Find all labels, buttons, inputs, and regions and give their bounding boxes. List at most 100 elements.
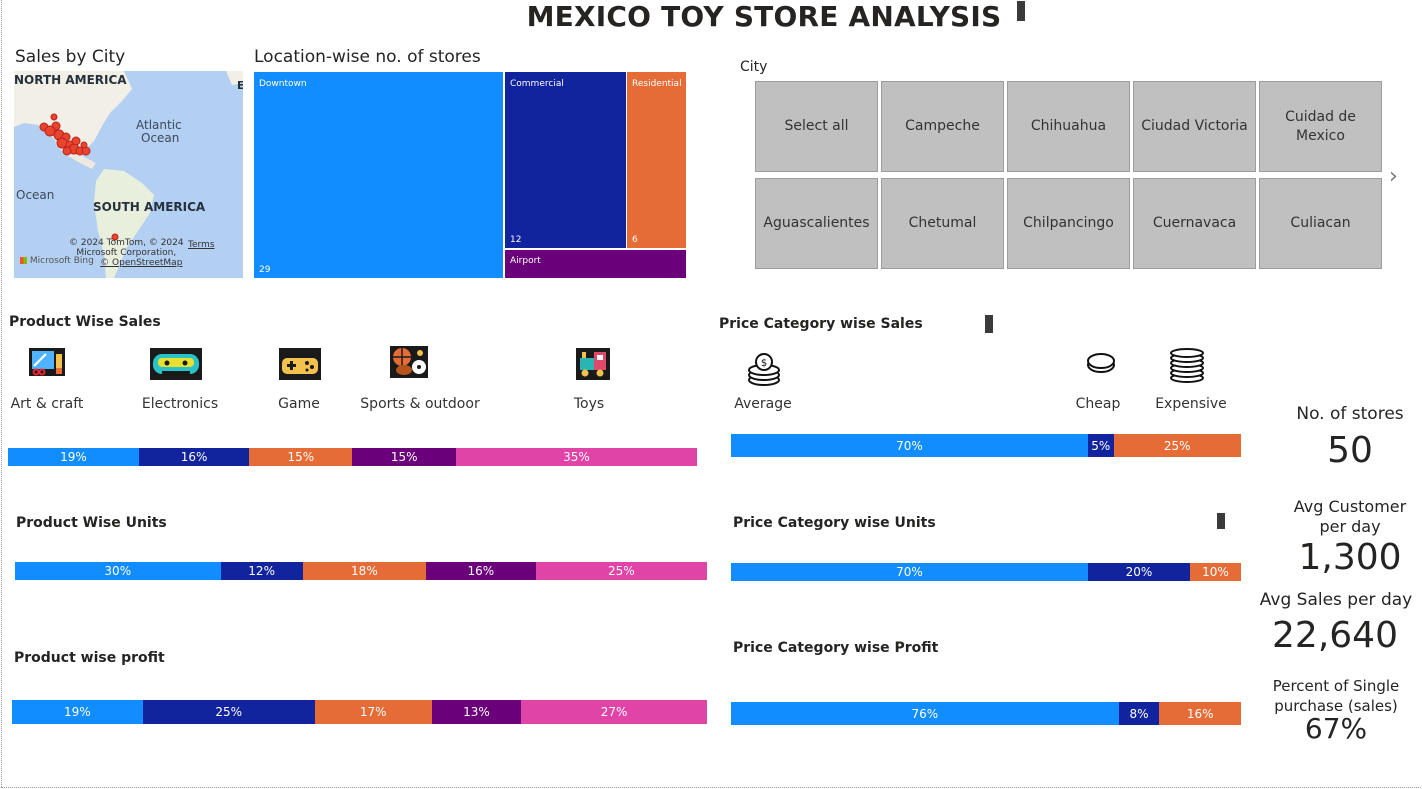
report-border-bottom	[1, 787, 1421, 788]
sales-by-city-map[interactable]: NORTH AMERICA Atlantic Ocean Ocean SOUTH…	[14, 71, 243, 278]
city-slicer-button-cuidad-de-mexico[interactable]: Cuidad de Mexico	[1259, 81, 1382, 172]
bar-segment-average[interactable]: 76%	[731, 702, 1119, 725]
chevron-right-icon[interactable]: ›	[1389, 164, 1398, 189]
price-label-average: Average	[734, 396, 792, 412]
product-label-game: Game	[278, 396, 320, 412]
treemap-cell-label: Downtown	[259, 79, 307, 89]
city-slicer-button-select-all[interactable]: Select all	[755, 81, 878, 172]
city-slicer-button-ciudad-victoria[interactable]: Ciudad Victoria	[1133, 81, 1256, 172]
bar-segment-toys[interactable]: 25%	[535, 562, 707, 580]
sports-balls-icon	[390, 346, 428, 378]
game-controller-icon	[279, 348, 321, 380]
coins-pile-icon	[1170, 348, 1204, 383]
bar-segment-game[interactable]: 15%	[249, 448, 353, 466]
treemap-cell-label: Residential	[632, 79, 682, 89]
kpi-label-avg-sales: Avg Sales per day	[1259, 590, 1413, 610]
product-label-art-craft: Art & craft	[10, 396, 84, 412]
bar-segment-game[interactable]: 18%	[302, 562, 427, 580]
bar-segment-electronics[interactable]: 25%	[142, 700, 315, 724]
bar-segment-electronics[interactable]: 16%	[138, 448, 250, 466]
visual-resize-handle[interactable]	[985, 315, 993, 333]
map-terms-link[interactable]: Terms	[188, 240, 215, 250]
map-label-edge-letter: E	[237, 79, 243, 92]
price-units-bar: 70% 20% 10%	[731, 563, 1241, 581]
price-units-title: Price Category wise Units	[733, 515, 936, 531]
electronics-icon	[150, 348, 202, 380]
kpi-label-avg-customers: Avg Customer per day	[1293, 497, 1407, 536]
kpi-label-single-purchase: Percent of Single purchase (sales)	[1272, 677, 1400, 715]
product-label-sports-outdoor: Sports & outdoor	[360, 396, 480, 412]
treemap-cell-label: Airport	[510, 256, 541, 266]
map-title: Sales by City	[15, 47, 126, 67]
map-label-atlantic: Atlantic	[136, 118, 182, 132]
bar-segment-expensive[interactable]: 16%	[1159, 702, 1241, 725]
city-slicer-button-chihuahua[interactable]: Chihuahua	[1007, 81, 1130, 172]
price-label-expensive: Expensive	[1155, 396, 1227, 412]
bar-segment-cheap[interactable]: 20%	[1088, 563, 1190, 581]
bar-segment-sports-outdoor[interactable]: 15%	[352, 448, 456, 466]
city-slicer-button-chilpancingo[interactable]: Chilpancingo	[1007, 178, 1130, 269]
product-profit-bar: 19% 25% 17% 13% 27%	[12, 700, 707, 724]
bar-segment-toys[interactable]: 27%	[521, 700, 707, 724]
product-units-title: Product Wise Units	[16, 515, 167, 531]
treemap-cell-value: 6	[632, 235, 638, 245]
bar-segment-electronics[interactable]: 12%	[220, 562, 303, 580]
bar-segment-toys[interactable]: 35%	[455, 448, 697, 466]
city-slicer-button-aguascalientes[interactable]: Aguascalientes	[755, 178, 878, 269]
bar-segment-game[interactable]: 17%	[314, 700, 432, 724]
treemap-title: Location-wise no. of stores	[254, 47, 481, 67]
art-craft-icon	[29, 348, 65, 376]
bar-segment-art-craft[interactable]: 19%	[12, 700, 143, 724]
treemap-cell-value: 29	[259, 265, 271, 275]
product-sales-title: Product Wise Sales	[9, 314, 161, 330]
treemap-cell-downtown[interactable]: Downtown 29	[254, 72, 503, 278]
treemap-cell-value: 12	[510, 235, 522, 245]
bar-segment-average[interactable]: 70%	[731, 434, 1088, 457]
city-slicer-button-campeche[interactable]: Campeche	[881, 81, 1004, 172]
treemap-cell-commercial[interactable]: Commercial 12	[505, 72, 626, 248]
product-units-bar: 30% 12% 18% 16% 25%	[15, 562, 707, 580]
kpi-value-single-purchase: 67%	[1304, 712, 1368, 745]
visual-resize-handle[interactable]	[1017, 1, 1025, 21]
city-slicer-title: City	[740, 59, 768, 75]
bar-segment-average[interactable]: 70%	[731, 563, 1088, 581]
price-profit-bar: 76% 8% 16%	[731, 702, 1241, 725]
price-profit-title: Price Category wise Profit	[733, 640, 939, 656]
city-slicer-button-cuernavaca[interactable]: Cuernavaca	[1133, 178, 1256, 269]
bar-segment-cheap[interactable]: 5%	[1088, 434, 1114, 457]
bar-segment-cheap[interactable]: 8%	[1118, 702, 1160, 725]
report-border-left	[1, 0, 2, 787]
kpi-value-avg-customers: 1,300	[1298, 537, 1402, 578]
treemap-cell-residential[interactable]: Residential 6	[627, 72, 686, 248]
page-title: MEXICO TOY STORE ANALYSIS	[526, 0, 1002, 33]
map-label-ocean-left: Ocean	[16, 188, 55, 202]
bar-segment-art-craft[interactable]: 30%	[15, 562, 221, 580]
bar-segment-sports-outdoor[interactable]: 13%	[431, 700, 522, 724]
product-sales-bar: 19% 16% 15% 15% 35%	[8, 448, 697, 466]
bing-logo: Microsoft Bing	[20, 256, 94, 266]
bing-logo-text: Microsoft Bing	[29, 256, 94, 266]
bar-segment-art-craft[interactable]: 19%	[8, 448, 139, 466]
price-sales-bar: 70% 5% 25%	[731, 434, 1241, 457]
product-profit-title: Product wise profit	[14, 650, 165, 666]
bar-segment-expensive[interactable]: 25%	[1113, 434, 1241, 457]
city-slicer-button-chetumal[interactable]: Chetumal	[881, 178, 1004, 269]
price-sales-title: Price Category wise Sales	[719, 316, 923, 332]
visual-resize-handle[interactable]	[1217, 513, 1225, 529]
kpi-value-stores: 50	[1327, 430, 1373, 471]
svg-text:$: $	[761, 358, 767, 369]
map-label-ocean: Ocean	[141, 131, 180, 145]
product-label-toys: Toys	[573, 396, 605, 412]
map-label-north-america: NORTH AMERICA	[14, 73, 127, 87]
kpi-label-stores: No. of stores	[1296, 404, 1404, 424]
toy-train-icon	[576, 348, 610, 380]
treemap-cell-airport[interactable]: Airport	[505, 250, 686, 278]
bing-logo-icon	[20, 257, 27, 264]
bar-segment-sports-outdoor[interactable]: 16%	[426, 562, 536, 580]
coins-stack-icon: $	[748, 353, 780, 386]
map-label-south-america: SOUTH AMERICA	[93, 200, 206, 214]
city-slicer-button-culiacan[interactable]: Culiacan	[1259, 178, 1382, 269]
single-coin-icon	[1087, 353, 1115, 373]
bar-segment-expensive[interactable]: 10%	[1190, 563, 1241, 581]
treemap-cell-label: Commercial	[510, 79, 564, 89]
